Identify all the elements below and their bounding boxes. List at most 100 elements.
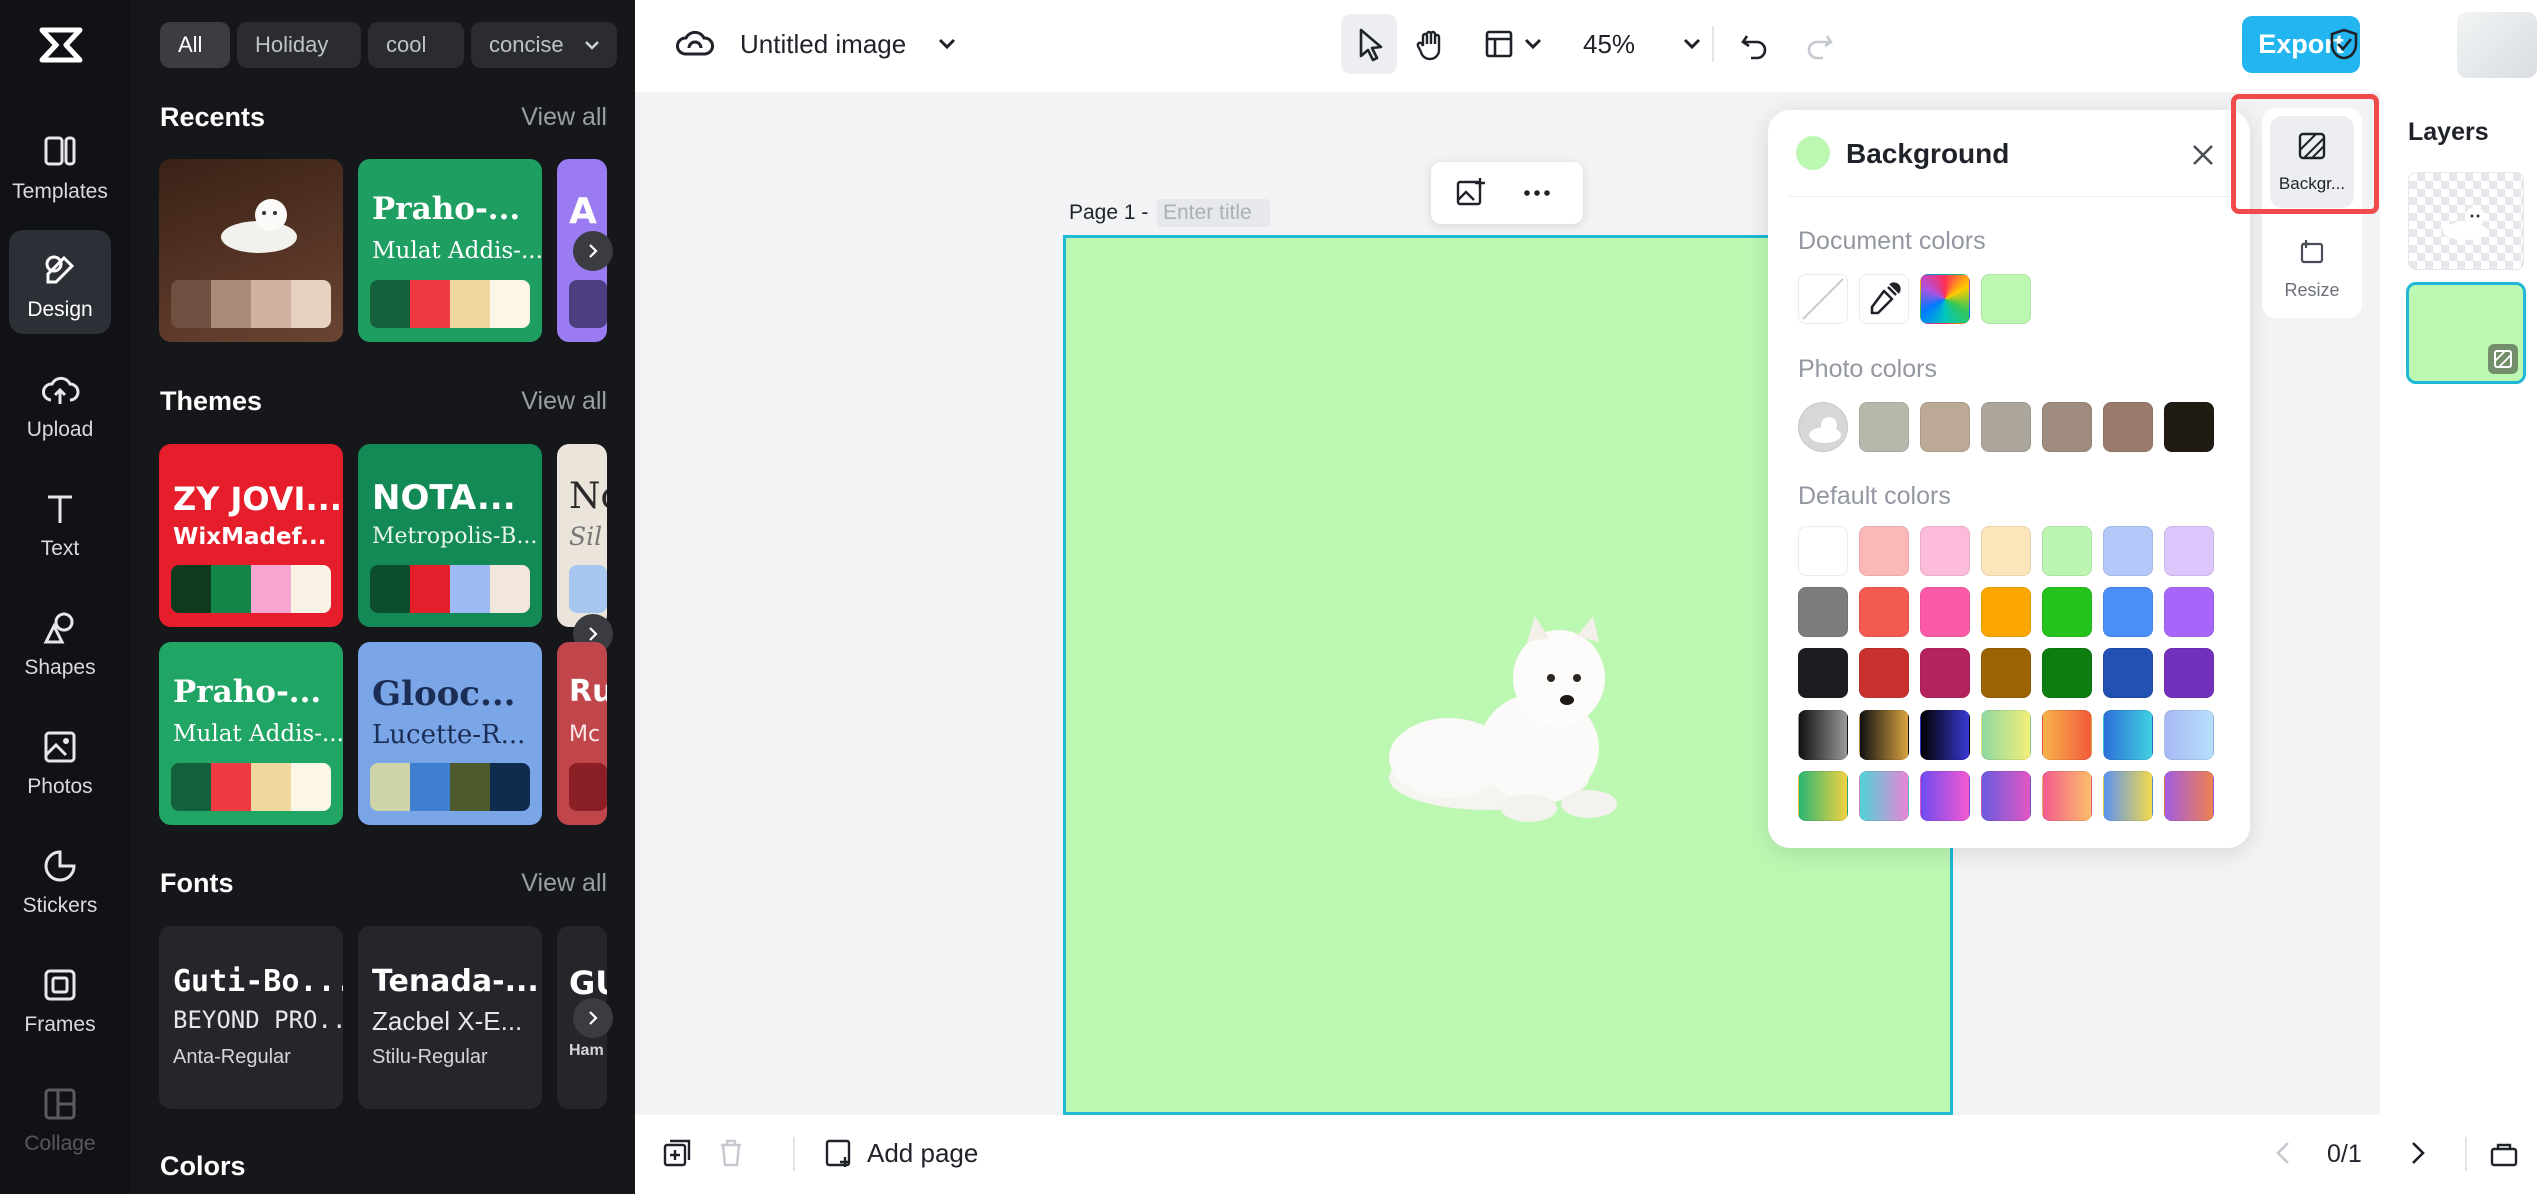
nav-shapes[interactable]: Shapes <box>9 588 111 692</box>
page-title-input[interactable]: Enter title <box>1157 199 1270 227</box>
document-title[interactable]: Untitled image <box>740 29 906 60</box>
redo-icon[interactable] <box>1799 24 1839 64</box>
layers-toggle-icon[interactable] <box>2487 1137 2521 1171</box>
font-card-1[interactable]: Guti-Bo... BEYOND PRO... Anta-Regular <box>159 926 343 1109</box>
theme-card-6[interactable]: Ru Mc <box>557 642 607 825</box>
theme-card-2[interactable]: NOTA... Metropolis-B... <box>358 444 542 627</box>
theme-card-3[interactable]: No Sil <box>557 444 607 627</box>
fonts-view-all[interactable]: View all <box>521 869 607 898</box>
nav-text[interactable]: Text <box>9 469 111 573</box>
duplicate-page-icon[interactable] <box>659 1135 695 1171</box>
theme-card-1[interactable]: ZY JOVI... WixMadef... <box>159 444 343 627</box>
gradient-swatch[interactable] <box>2103 771 2153 821</box>
zoom-level[interactable]: 45% <box>1583 29 1635 60</box>
nav-templates[interactable]: Templates <box>9 112 111 216</box>
previous-page-icon[interactable] <box>2268 1137 2300 1169</box>
gradient-swatch[interactable] <box>2164 771 2214 821</box>
chevron-down-icon[interactable] <box>1672 24 1712 64</box>
add-image-icon[interactable] <box>1453 175 1489 211</box>
photo-color-swatch[interactable] <box>2164 402 2214 452</box>
default-color-swatch[interactable] <box>2042 587 2092 637</box>
avatar[interactable] <box>2457 12 2537 78</box>
default-color-swatch[interactable] <box>2164 587 2214 637</box>
resize-tool-button[interactable]: Resize <box>2270 220 2354 312</box>
default-color-swatch[interactable] <box>2042 648 2092 698</box>
recent-card-2[interactable]: Praho-... Mulat Addis-... <box>358 159 542 342</box>
filter-chip-all[interactable]: All <box>160 22 230 68</box>
nav-upload[interactable]: Upload <box>9 350 111 454</box>
document-color-swatch[interactable] <box>1981 274 2031 324</box>
gradient-swatch[interactable] <box>1981 710 2031 760</box>
dog-image[interactable] <box>1379 608 1669 838</box>
default-color-swatch[interactable] <box>1920 526 1970 576</box>
layer-background[interactable] <box>2406 282 2526 384</box>
capcut-logo[interactable] <box>36 22 86 68</box>
select-tool-button[interactable] <box>1341 14 1397 74</box>
photo-color-swatch[interactable] <box>1920 402 1970 452</box>
photo-thumbnail-swatch[interactable] <box>1798 402 1848 452</box>
delete-page-icon[interactable] <box>713 1135 749 1171</box>
default-color-swatch[interactable] <box>1798 526 1848 576</box>
filters-expand-button[interactable] <box>567 22 617 68</box>
recents-scroll-right-button[interactable] <box>573 231 613 271</box>
gradient-swatch[interactable] <box>2042 710 2092 760</box>
nav-design[interactable]: Design <box>9 230 111 334</box>
default-color-swatch[interactable] <box>2164 648 2214 698</box>
gradient-swatch[interactable] <box>1859 710 1909 760</box>
fonts-scroll-right-button[interactable] <box>573 998 613 1038</box>
photo-color-swatch[interactable] <box>2103 402 2153 452</box>
default-color-swatch[interactable] <box>1981 526 2031 576</box>
default-color-swatch[interactable] <box>1859 648 1909 698</box>
gradient-swatch[interactable] <box>1981 771 2031 821</box>
default-color-swatch[interactable] <box>2103 526 2153 576</box>
default-color-swatch[interactable] <box>1798 587 1848 637</box>
nav-frames[interactable]: Frames <box>9 945 111 1049</box>
more-options-icon[interactable] <box>1519 175 1555 211</box>
nav-stickers[interactable]: Stickers <box>9 826 111 930</box>
undo-icon[interactable] <box>1735 24 1775 64</box>
nav-collage[interactable]: Collage <box>9 1064 111 1168</box>
add-page-button[interactable]: Add page <box>823 1133 978 1173</box>
next-page-icon[interactable] <box>2401 1137 2433 1169</box>
gradient-swatch[interactable] <box>1798 710 1848 760</box>
gradient-swatch[interactable] <box>1859 771 1909 821</box>
gradient-swatch[interactable] <box>1920 771 1970 821</box>
theme-card-4[interactable]: Praho-... Mulat Addis-... <box>159 642 343 825</box>
themes-view-all[interactable]: View all <box>521 387 607 416</box>
default-color-swatch[interactable] <box>2103 587 2153 637</box>
photo-color-swatch[interactable] <box>1981 402 2031 452</box>
filter-chip-cool[interactable]: cool <box>368 22 464 68</box>
transparent-swatch[interactable] <box>1798 274 1848 324</box>
gradient-swatch[interactable] <box>1798 771 1848 821</box>
filter-chip-holiday[interactable]: Holiday <box>237 22 361 68</box>
default-color-swatch[interactable] <box>1859 526 1909 576</box>
gradient-swatch[interactable] <box>2103 710 2153 760</box>
default-color-swatch[interactable] <box>1859 587 1909 637</box>
gradient-swatch[interactable] <box>1920 710 1970 760</box>
color-picker-swatch[interactable] <box>1920 274 1970 324</box>
nav-photos[interactable]: Photos <box>9 707 111 811</box>
chevron-down-icon[interactable] <box>1513 24 1553 64</box>
gradient-swatch[interactable] <box>2042 771 2092 821</box>
gradient-swatch[interactable] <box>2164 710 2214 760</box>
default-color-swatch[interactable] <box>2103 648 2153 698</box>
photo-color-swatch[interactable] <box>1859 402 1909 452</box>
photo-color-swatch[interactable] <box>2042 402 2092 452</box>
default-color-swatch[interactable] <box>1798 648 1848 698</box>
close-icon[interactable] <box>2188 140 2218 170</box>
chevron-down-icon[interactable] <box>927 24 967 64</box>
recent-card-1[interactable] <box>159 159 343 342</box>
default-color-swatch[interactable] <box>1920 587 1970 637</box>
default-color-swatch[interactable] <box>1981 648 2031 698</box>
theme-card-5[interactable]: Glooc... Lucette-R... <box>358 642 542 825</box>
layer-dog-image[interactable] <box>2408 172 2524 270</box>
default-color-swatch[interactable] <box>2042 526 2092 576</box>
font-card-2[interactable]: Tenada-... Zacbel X-E... Stilu-Regular <box>358 926 542 1109</box>
hand-tool-icon[interactable] <box>1411 24 1451 64</box>
cloud-save-icon[interactable] <box>675 24 715 64</box>
default-color-swatch[interactable] <box>1920 648 1970 698</box>
eyedropper-button[interactable] <box>1859 274 1909 324</box>
shield-check-icon[interactable] <box>2324 24 2364 64</box>
default-color-swatch[interactable] <box>2164 526 2214 576</box>
recents-view-all[interactable]: View all <box>521 103 607 132</box>
